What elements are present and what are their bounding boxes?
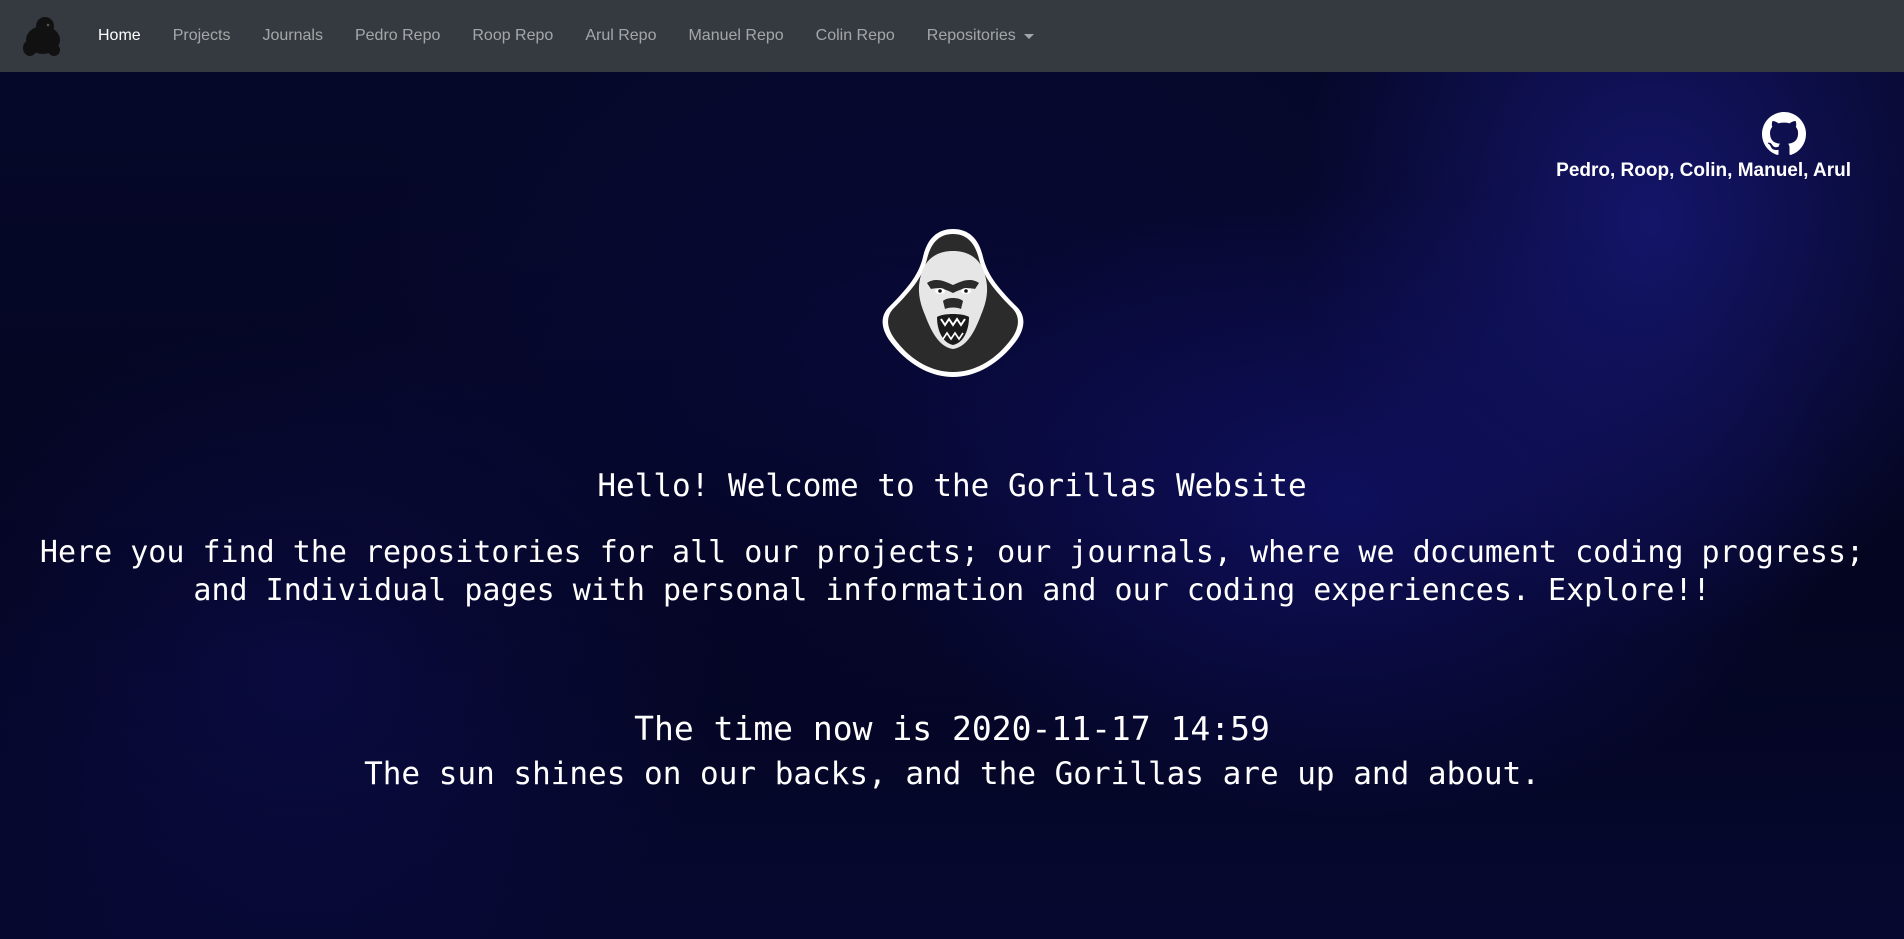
nav-journals[interactable]: Journals: [262, 27, 322, 45]
top-navbar: Home Projects Journals Pedro Repo Roop R…: [0, 0, 1904, 72]
gorilla-logo-icon: [877, 227, 1029, 379]
nav-pedro-repo[interactable]: Pedro Repo: [355, 27, 440, 45]
nav-repositories-dropdown[interactable]: Repositories: [927, 27, 1034, 45]
nav-arul-repo[interactable]: Arul Repo: [585, 27, 656, 45]
motto-text: The sun shines on our backs, and the Gor…: [364, 756, 1540, 792]
nav-manuel-repo[interactable]: Manuel Repo: [688, 27, 783, 45]
team-names: Pedro, Roop, Colin, Manuel, Arul: [1556, 160, 1851, 181]
intro-paragraph: Here you find the repositories for all o…: [39, 535, 1865, 608]
welcome-heading: Hello! Welcome to the Gorillas Website: [597, 468, 1307, 504]
gorilla-brand-icon[interactable]: [18, 13, 64, 59]
github-icon[interactable]: [1762, 112, 1806, 156]
nav-home[interactable]: Home: [98, 27, 141, 45]
current-time: The time now is 2020-11-17 14:59: [634, 709, 1270, 748]
hero-section: Pedro, Roop, Colin, Manuel, Arul Hello! …: [0, 72, 1904, 939]
nav-roop-repo[interactable]: Roop Repo: [472, 27, 553, 45]
caret-down-icon: [1023, 33, 1034, 39]
nav-colin-repo[interactable]: Colin Repo: [816, 27, 895, 45]
dropdown-label: Repositories: [926, 27, 1016, 44]
nav-projects[interactable]: Projects: [173, 27, 231, 45]
